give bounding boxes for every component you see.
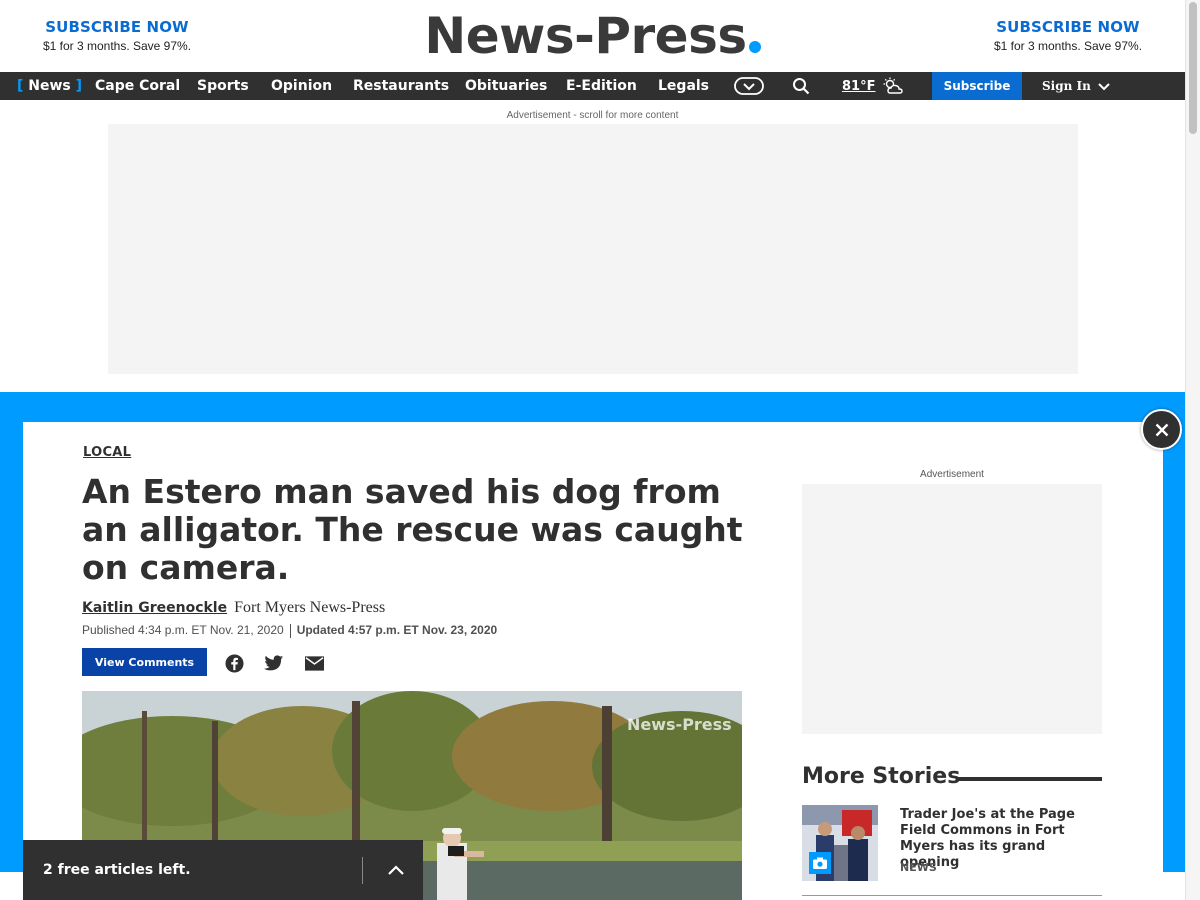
search-icon [793,78,810,95]
facebook-icon [224,653,244,673]
nav-item-sports[interactable]: Sports [197,72,249,100]
more-stories-heading: More Stories [802,764,961,789]
ad-label: Advertisement - scroll for more content [506,110,679,121]
more-stories-rule [957,777,1102,781]
byline: Kaitlin Greenockle Fort Myers News-Press [82,599,385,617]
video-watermark: News-Press [627,715,732,734]
site-logo[interactable]: News-Press [420,6,765,66]
nav-item-restaurants[interactable]: Restaurants [353,72,449,100]
subscribe-promo-right[interactable]: SUBSCRIBE NOW $1 for 3 months. Save 97%. [968,18,1168,53]
share-email-button[interactable] [304,653,324,673]
published-date: Published 4:34 p.m. ET Nov. 21, 2020 [82,623,284,637]
sign-in-label: Sign In [1042,79,1091,93]
section-link[interactable]: LOCAL [83,445,131,460]
scrollbar-thumb[interactable] [1189,2,1197,134]
page-scrollbar[interactable] [1185,0,1200,900]
author-outlet: Fort Myers News-Press [234,599,386,616]
partly-cloudy-icon [883,77,904,94]
meter-text: 2 free articles left. [43,862,191,878]
ad-label: Advertisement [920,469,984,480]
main-nav: [ News ] Cape Coral Sports Opinion Resta… [0,72,1185,100]
article-meter-bar: 2 free articles left. [23,840,423,900]
close-button[interactable] [1141,409,1182,450]
updated-date: Updated 4:57 p.m. ET Nov. 23, 2020 [296,623,498,637]
close-icon [1155,423,1168,436]
sign-in-button[interactable]: Sign In [1042,72,1111,100]
share-facebook-button[interactable] [224,653,244,673]
weather-widget[interactable]: 81°F [842,72,907,100]
chevron-down-icon [734,77,764,95]
story-divider [802,895,1102,896]
article-headline: An Estero man saved his dog from an alli… [82,472,743,587]
search-button[interactable] [790,72,812,100]
twitter-icon [264,654,284,670]
camera-icon [813,857,827,869]
top-ad-slot[interactable] [108,124,1078,374]
promo-subtitle: $1 for 3 months. Save 97%. [42,39,192,53]
share-twitter-button[interactable] [264,653,284,673]
email-icon [304,655,324,671]
nav-item-obituaries[interactable]: Obituaries [465,72,547,100]
subscribe-promo-left[interactable]: SUBSCRIBE NOW $1 for 3 months. Save 97%. [17,18,217,53]
article-container: LOCAL An Estero man saved his dog from a… [23,422,1163,900]
photo-gallery-badge [809,852,831,874]
weather-temperature: 81°F [842,78,876,94]
story-thumbnail[interactable] [802,805,878,881]
subscribe-button[interactable]: Subscribe [932,72,1022,100]
publish-dates: Published 4:34 p.m. ET Nov. 21, 2020 Upda… [82,623,497,638]
rail-ad-slot[interactable] [802,484,1102,734]
nav-item-legals[interactable]: Legals [658,72,709,100]
date-divider [289,623,291,638]
promo-title: SUBSCRIBE NOW [45,18,189,36]
nav-item-label: News [28,78,71,94]
promo-subtitle: $1 for 3 months. Save 97%. [993,39,1143,53]
page: SUBSCRIBE NOW $1 for 3 months. Save 97%.… [0,0,1200,900]
author-link[interactable]: Kaitlin Greenockle [82,600,227,616]
active-bracket-close: ] [75,78,83,94]
story-section-tag: NEWS [900,861,937,874]
nav-item-opinion[interactable]: Opinion [271,72,332,100]
view-comments-button[interactable]: View Comments [82,648,207,676]
meter-expand-button[interactable] [381,858,411,882]
logo-text: News-Press [424,7,747,65]
more-menu-button[interactable] [733,72,765,100]
promo-title: SUBSCRIBE NOW [996,18,1140,36]
masthead: SUBSCRIBE NOW $1 for 3 months. Save 97%.… [0,0,1185,72]
nav-item-news[interactable]: [ News ] [17,72,82,100]
active-bracket-open: [ [17,78,24,94]
chevron-up-icon [388,864,404,875]
nav-item-cape-coral[interactable]: Cape Coral [95,72,180,100]
chevron-down-icon [1098,83,1110,91]
nav-item-e-edition[interactable]: E-Edition [566,72,637,100]
logo-dot [748,41,761,53]
meter-divider [362,857,363,884]
